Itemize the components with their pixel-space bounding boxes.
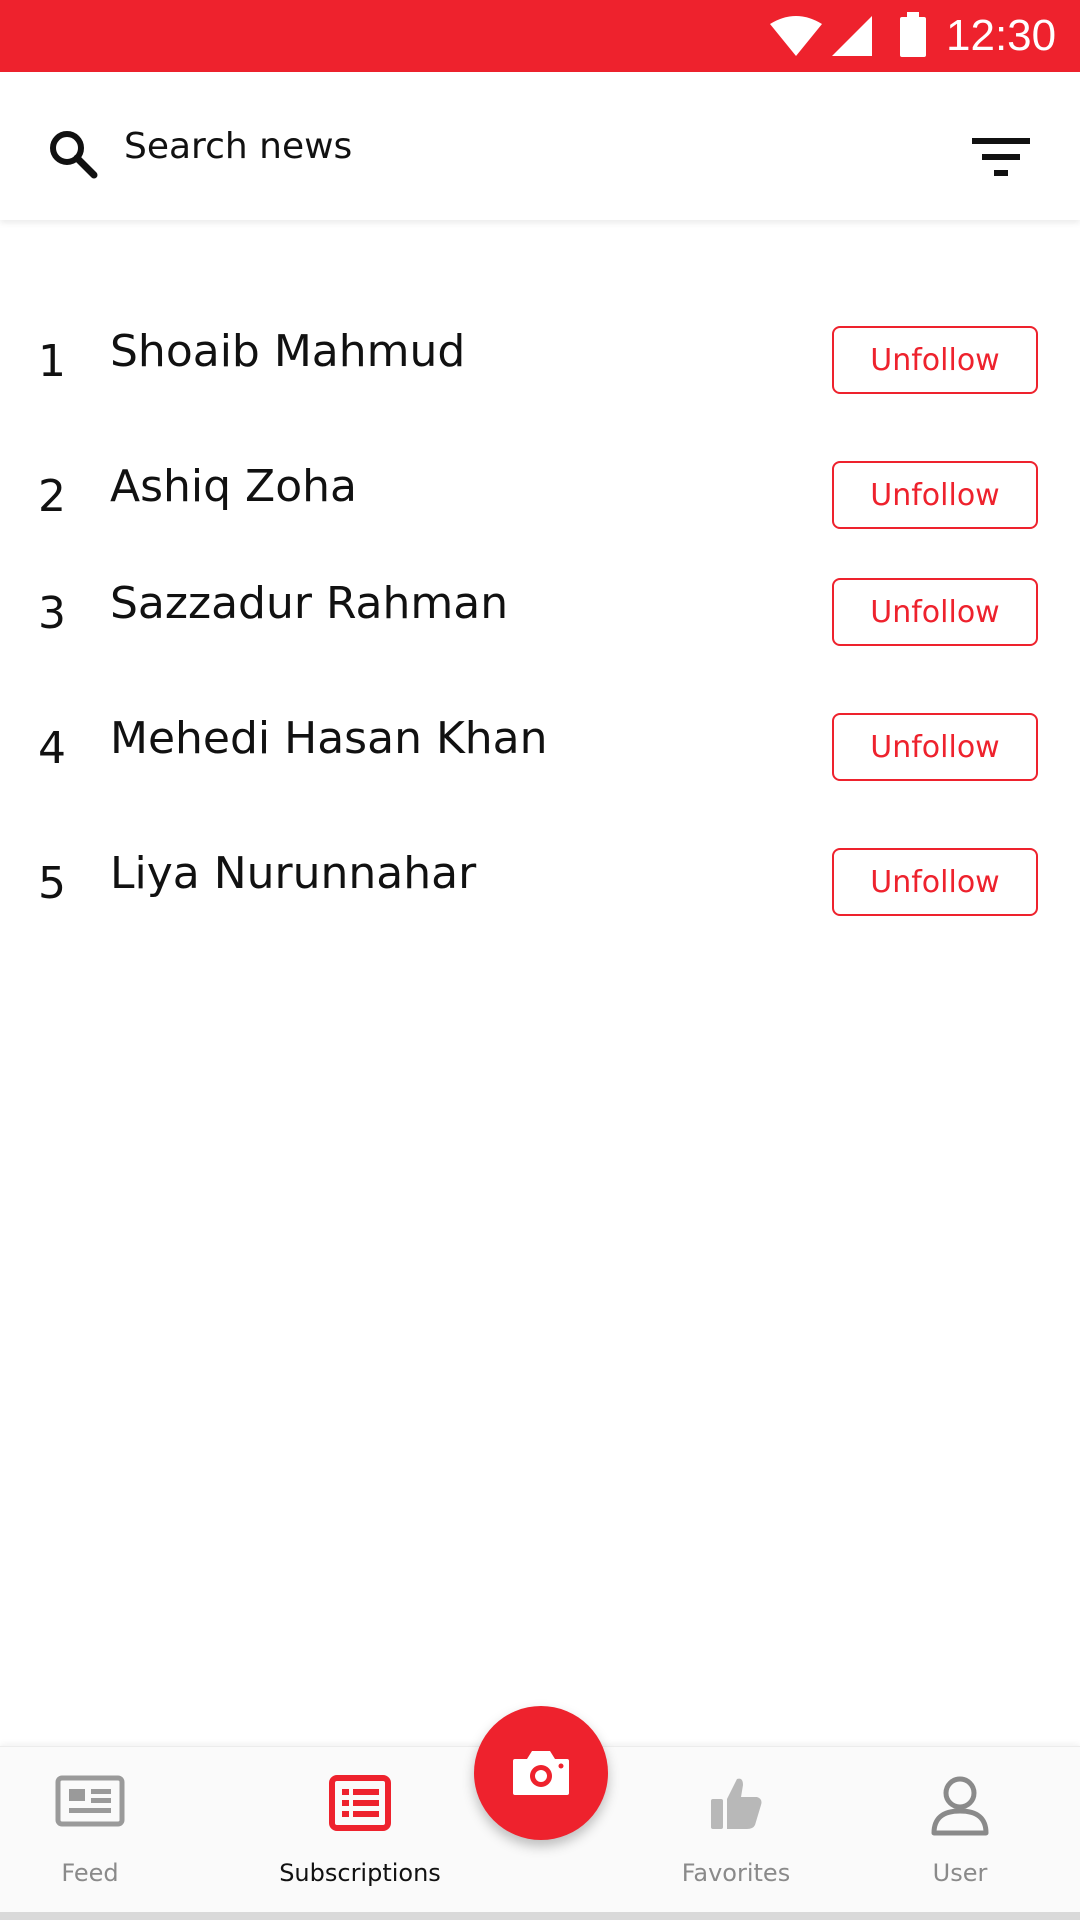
unfollow-button[interactable]: Unfollow (832, 713, 1038, 781)
bottom-edge (0, 1912, 1080, 1920)
search-icon[interactable] (48, 129, 98, 179)
status-time: 12:30 (946, 11, 1057, 60)
list-item-name: Sazzadur Rahman (110, 578, 509, 629)
list-item: 4 Mehedi Hasan Khan Unfollow (0, 713, 1080, 783)
wifi-icon (770, 16, 822, 56)
list-item-name: Mehedi Hasan Khan (110, 713, 548, 764)
thumbs-up-icon (711, 1778, 762, 1829)
list-item: 1 Shoaib Mahmud Unfollow (0, 326, 1080, 396)
list-item-rank: 1 (38, 336, 66, 387)
status-bar: 12:30 (0, 0, 1080, 72)
list-item-rank: 3 (38, 588, 66, 639)
nav-item-feed[interactable]: Feed (0, 1747, 190, 1920)
nav-label-user: User (932, 1859, 988, 1887)
nav-item-user[interactable]: User (860, 1747, 1060, 1920)
signal-icon (832, 16, 872, 56)
list-item: 5 Liya Nurunnahar Unfollow (0, 848, 1080, 918)
subscriptions-screen: 12:30 1 Shoaib Mahmud Unfollow 2 Ashiq Z… (0, 0, 1080, 1920)
newspaper-icon (55, 1775, 125, 1827)
battery-icon (900, 12, 926, 57)
camera-icon (513, 1751, 569, 1795)
list-item-rank: 4 (38, 723, 66, 774)
unfollow-button[interactable]: Unfollow (832, 848, 1038, 916)
nav-item-favorites[interactable]: Favorites (636, 1747, 836, 1920)
list-item: 2 Ashiq Zoha Unfollow (0, 461, 1080, 531)
list-icon (329, 1775, 391, 1831)
search-bar (0, 72, 1080, 220)
nav-label-feed: Feed (61, 1859, 119, 1887)
user-icon (931, 1776, 989, 1836)
filter-icon[interactable] (972, 136, 1030, 178)
list-item: 3 Sazzadur Rahman Unfollow (0, 578, 1080, 648)
list-item-rank: 5 (38, 858, 66, 909)
list-item-name: Shoaib Mahmud (110, 326, 466, 377)
unfollow-button[interactable]: Unfollow (832, 578, 1038, 646)
nav-label-favorites: Favorites (681, 1859, 791, 1887)
unfollow-button[interactable]: Unfollow (832, 326, 1038, 394)
list-item-name: Ashiq Zoha (110, 461, 357, 512)
nav-label-subscriptions: Subscriptions (279, 1859, 441, 1887)
camera-button[interactable] (474, 1706, 608, 1840)
list-item-rank: 2 (38, 471, 66, 522)
nav-item-subscriptions[interactable]: Subscriptions (260, 1747, 460, 1920)
search-input[interactable] (124, 116, 824, 176)
list-item-name: Liya Nurunnahar (110, 848, 477, 899)
unfollow-button[interactable]: Unfollow (832, 461, 1038, 529)
